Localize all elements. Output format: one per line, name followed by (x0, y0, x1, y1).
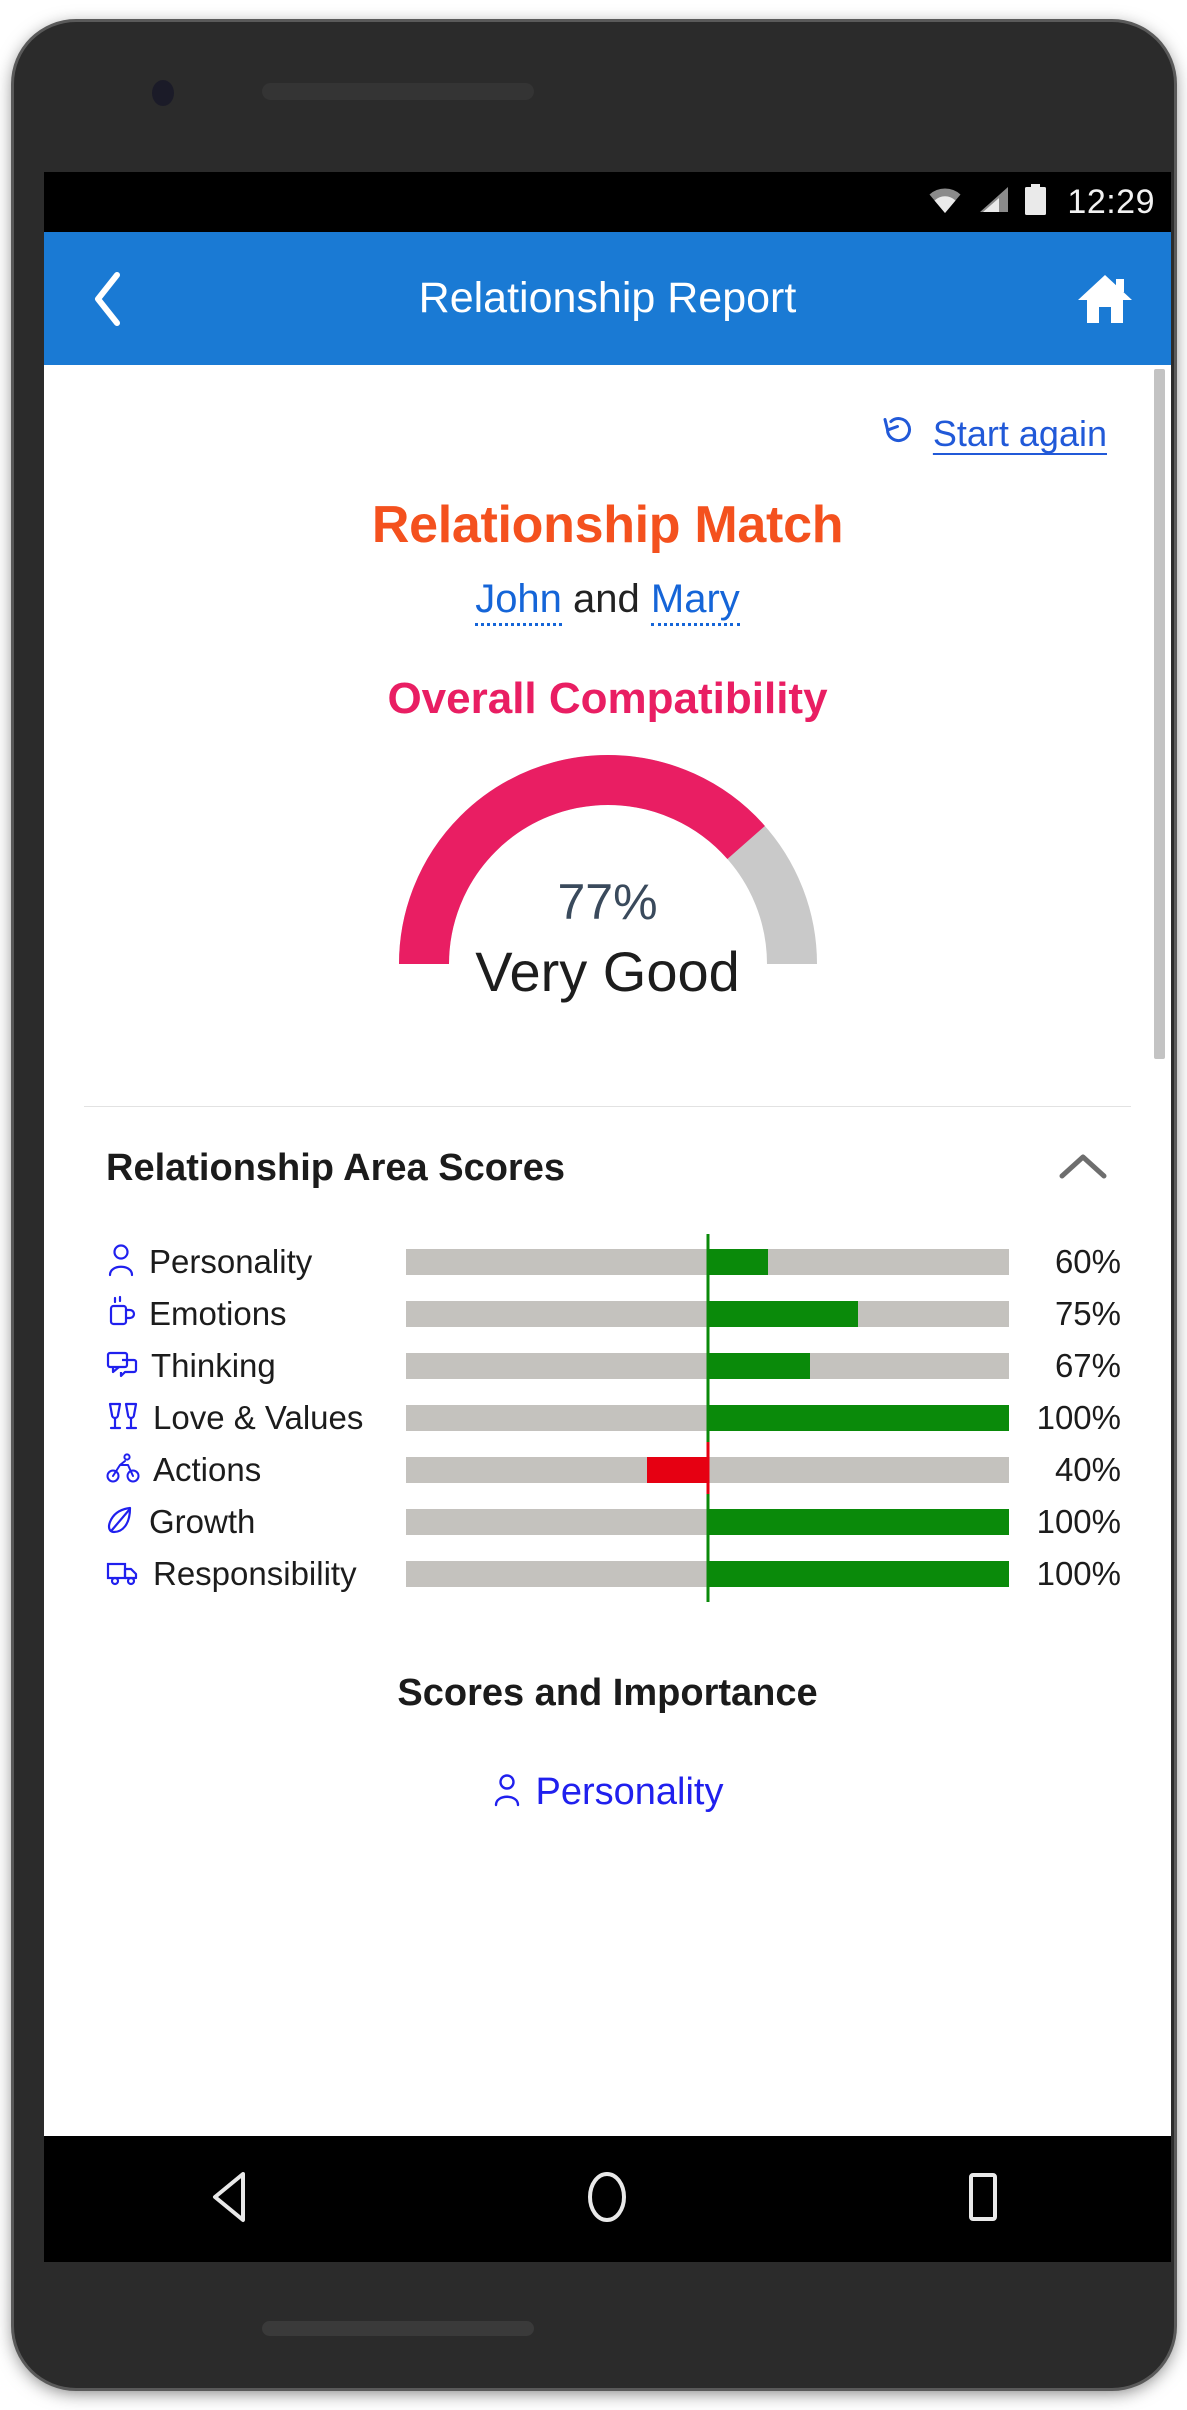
compatibility-title: Overall Compatibility (387, 674, 828, 723)
score-bar-midline (706, 1286, 709, 1342)
person-icon (106, 1243, 136, 1282)
battery-icon (1024, 183, 1047, 221)
status-bar-clock: 12:29 (1067, 182, 1155, 221)
score-value: 100% (1036, 1399, 1121, 1436)
status-bar: 12:29 (44, 172, 1171, 232)
bottom-speaker-grille (262, 2321, 534, 2336)
start-again-label: Start again (932, 413, 1107, 454)
score-bar-fill (707, 1249, 768, 1275)
score-row: Actions 40% (106, 1442, 1121, 1498)
score-label-cell: Thinking (106, 1347, 406, 1386)
score-bar-fill (707, 1353, 810, 1379)
triangle-back-icon (207, 2170, 257, 2229)
scores-importance-title: Scores and Importance (397, 1672, 818, 1714)
wifi-icon (927, 185, 963, 219)
chat-bubbles-icon (106, 1347, 138, 1386)
score-bar-cell (406, 1442, 1009, 1498)
phone-frame: 12:29 Relationship Report Start again Re… (14, 22, 1174, 2388)
score-bar-fill (707, 1301, 859, 1327)
score-bar-cell (406, 1494, 1009, 1550)
start-again-row: Start again (44, 365, 1171, 457)
score-label-text: Thinking (151, 1347, 276, 1384)
score-row: Emotions 75% (106, 1286, 1121, 1342)
android-nav-bar (44, 2136, 1171, 2262)
couple-conjunction: and (561, 577, 651, 621)
nav-recents-button[interactable] (923, 2154, 1043, 2244)
score-label-cell: Growth (106, 1503, 406, 1542)
score-label-cell: Responsibility (106, 1555, 406, 1593)
scores-importance-item-personality[interactable]: Personality (44, 1771, 1171, 1814)
back-button[interactable] (78, 269, 138, 329)
score-bar-midline (706, 1390, 709, 1446)
score-bar-midline (706, 1338, 709, 1394)
score-label-cell: Actions (106, 1451, 406, 1489)
nav-back-button[interactable] (172, 2154, 292, 2244)
score-bar-midline (706, 1546, 709, 1602)
home-button[interactable] (1073, 267, 1137, 331)
score-bar-cell (406, 1234, 1009, 1290)
score-bar-cell (406, 1286, 1009, 1342)
score-bar-midline (706, 1442, 709, 1498)
score-label-cell: Emotions (106, 1295, 406, 1334)
truck-icon (106, 1556, 140, 1593)
score-label-cell: Love & Values (106, 1399, 406, 1438)
score-label-cell: Personality (106, 1243, 406, 1282)
score-row: Love & Values 100% (106, 1390, 1121, 1446)
score-value: 75% (1054, 1295, 1121, 1332)
score-label-text: Actions (153, 1451, 262, 1488)
start-again-link[interactable]: Start again (880, 411, 1107, 457)
earpiece-speaker (262, 83, 534, 100)
square-recents-icon (962, 2171, 1004, 2228)
score-bar-cell (406, 1338, 1009, 1394)
area-scores-title: Relationship Area Scores (106, 1147, 565, 1189)
score-value: 100% (1036, 1555, 1121, 1592)
score-row: Responsibility 100% (106, 1546, 1121, 1602)
front-camera (152, 80, 174, 106)
circle-home-icon (583, 2169, 631, 2230)
gauge-value-arc (398, 755, 817, 965)
leaf-icon (106, 1503, 136, 1542)
bicycle-icon (106, 1452, 140, 1489)
score-value: 67% (1054, 1347, 1121, 1384)
score-bar-fill (707, 1509, 1009, 1535)
couple-line: John and Mary (44, 577, 1171, 626)
score-label-text: Love & Values (153, 1399, 364, 1436)
rotate-ccw-icon (880, 411, 917, 457)
cellular-signal-icon (977, 185, 1010, 219)
compatibility-gauge: 77% Very Good (44, 754, 1171, 1064)
person-a-link[interactable]: John (475, 577, 562, 626)
score-value: 60% (1054, 1243, 1121, 1280)
mug-icon (106, 1295, 136, 1334)
score-bar-midline (706, 1494, 709, 1550)
score-row: Personality 60% (106, 1234, 1121, 1290)
score-value: 100% (1036, 1503, 1121, 1540)
scores-importance-item-label: Personality (535, 1771, 724, 1813)
score-bar-cell (406, 1546, 1009, 1602)
nav-home-button[interactable] (547, 2154, 667, 2244)
cheers-glasses-icon (106, 1399, 140, 1438)
score-bar-fill (707, 1405, 1009, 1431)
score-bar-cell (406, 1390, 1009, 1446)
score-label-text: Responsibility (153, 1555, 357, 1592)
page-title: Relationship Report (418, 274, 797, 322)
area-scores-header[interactable]: Relationship Area Scores (44, 1107, 1171, 1190)
score-bar-fill (707, 1561, 1009, 1587)
person-icon (492, 1773, 522, 1812)
score-label-text: Personality (149, 1243, 313, 1280)
score-bar-midline (706, 1234, 709, 1290)
score-label-text: Emotions (149, 1295, 287, 1332)
score-row: Growth 100% (106, 1494, 1121, 1550)
score-row: Thinking 67% (106, 1338, 1121, 1394)
chevron-up-icon[interactable] (1057, 1150, 1109, 1187)
match-title: Relationship Match (371, 496, 844, 554)
person-b-link[interactable]: Mary (650, 577, 740, 626)
score-rows-list: Personality 60% Emotions 75% Thinking 67% Love… (44, 1234, 1171, 1602)
report-content: Start again Relationship Match John and … (44, 365, 1171, 2136)
phone-screen: 12:29 Relationship Report Start again Re… (44, 172, 1171, 2262)
score-bar-fill (647, 1457, 708, 1483)
gauge-svg (398, 755, 817, 965)
score-label-text: Growth (149, 1503, 256, 1540)
score-value: 40% (1054, 1451, 1121, 1488)
app-bar: Relationship Report (44, 232, 1171, 365)
